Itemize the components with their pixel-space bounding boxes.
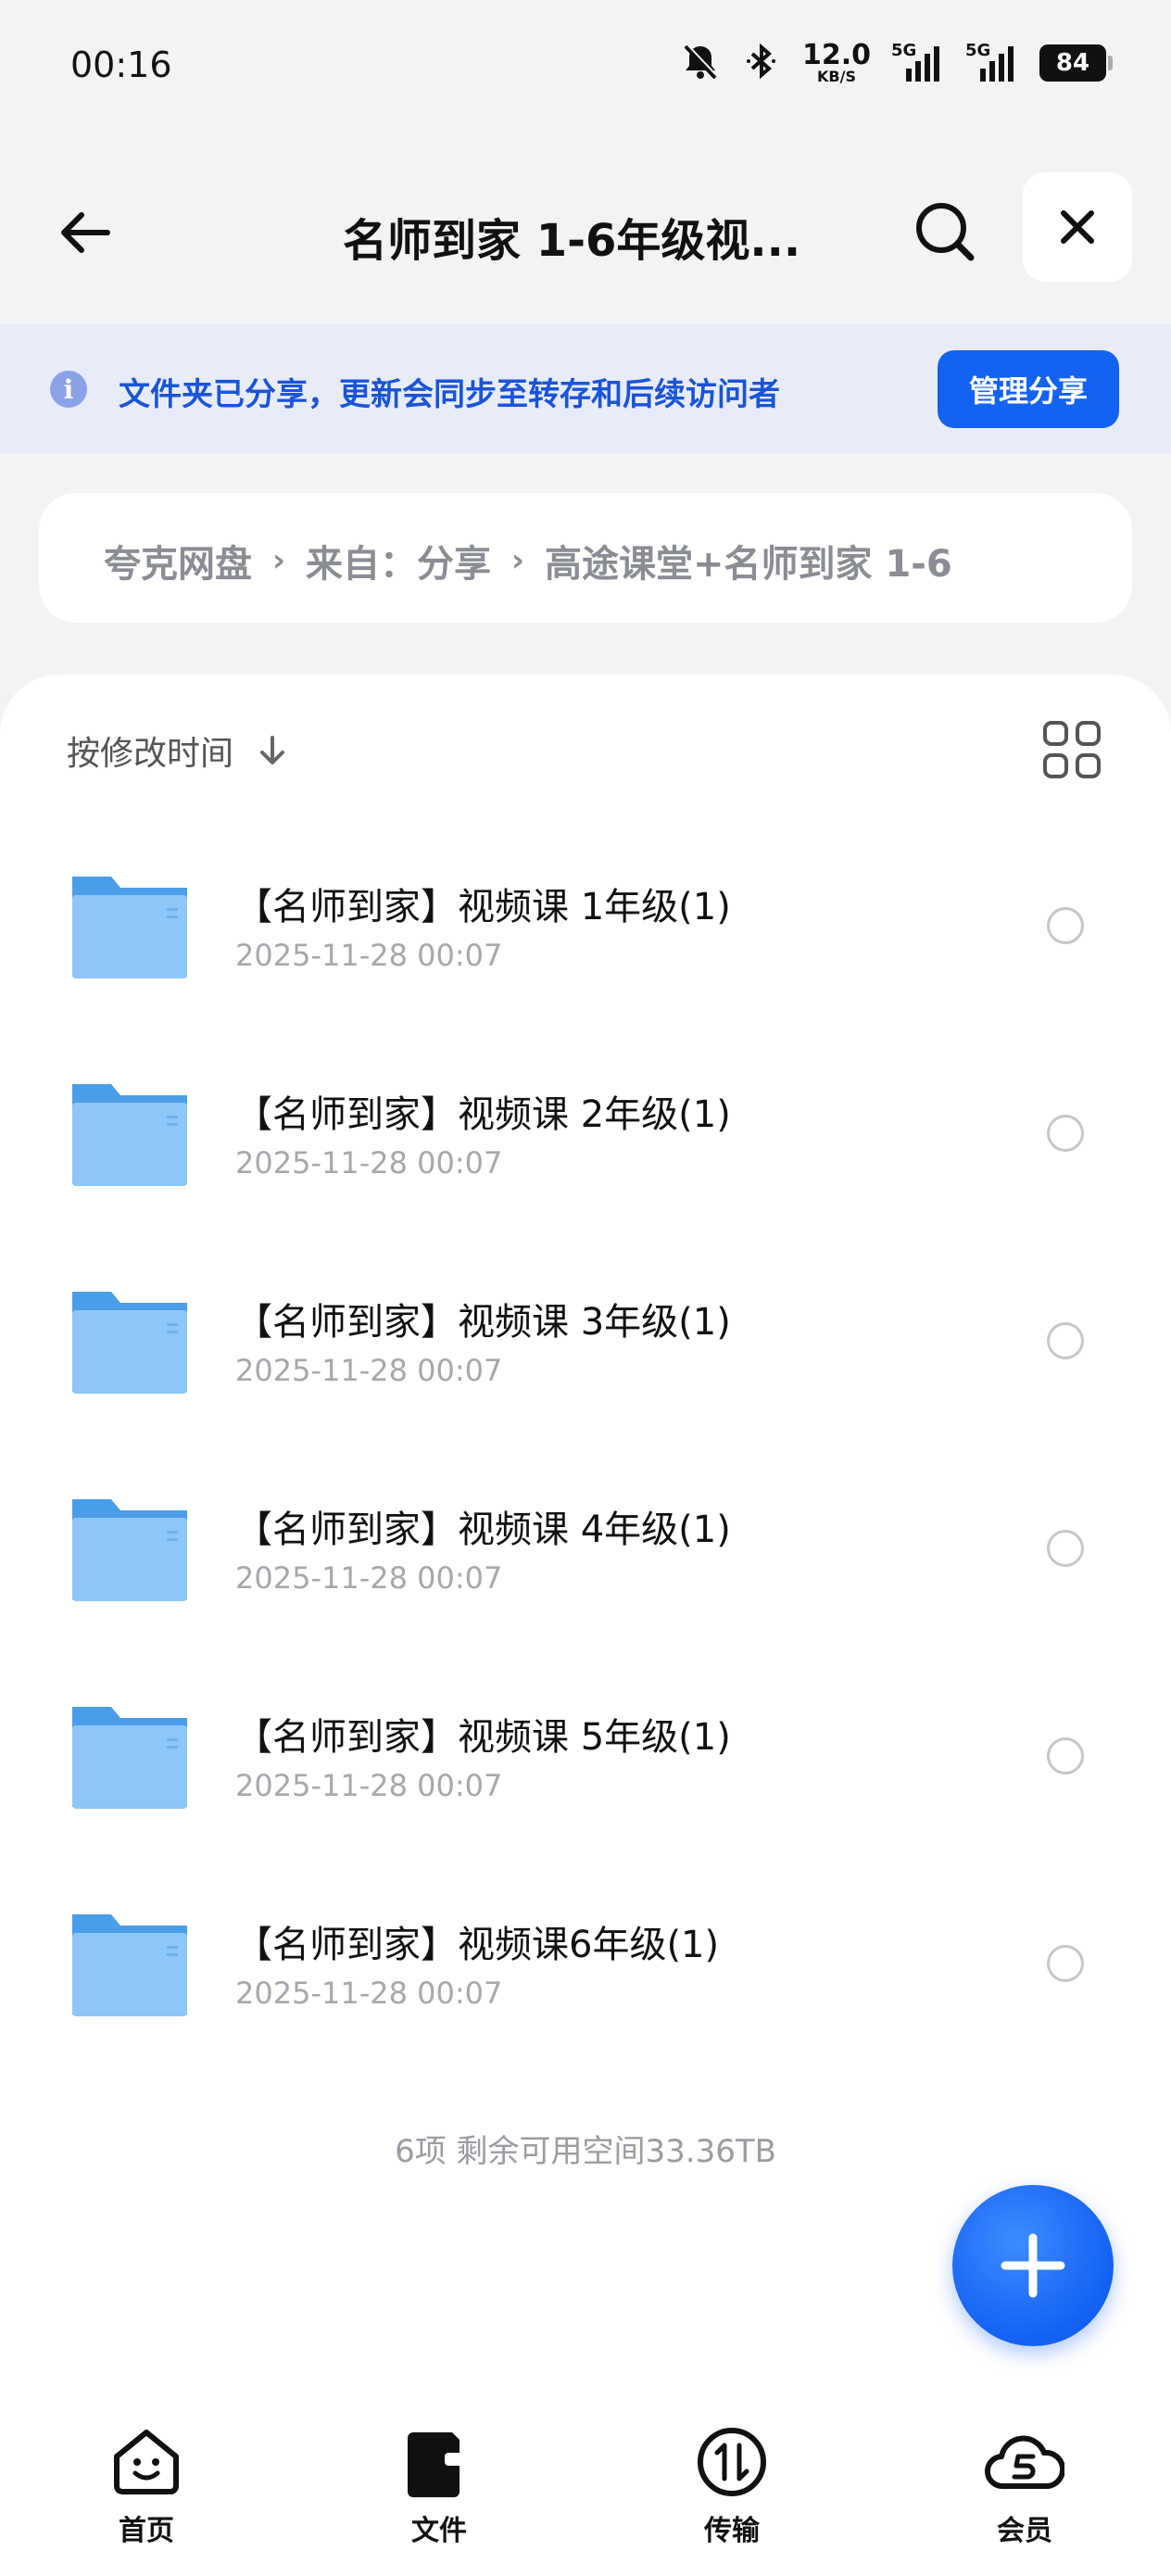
file-date: 2025-11-28 00:07 <box>235 938 503 973</box>
select-radio[interactable] <box>1047 1322 1084 1359</box>
file-name: 【名师到家】视频课 4年级(1) <box>235 1509 731 1551</box>
search-icon <box>916 203 975 261</box>
nav-tab-home[interactable]: 首页 <box>0 2409 293 2576</box>
add-button[interactable] <box>952 2185 1114 2346</box>
page-title: 名师到家 1-6年级视... <box>343 215 801 267</box>
file-date: 2025-11-28 00:07 <box>235 1976 503 2011</box>
file-name: 【名师到家】视频课 2年级(1) <box>235 1093 731 1136</box>
close-icon <box>1061 210 1094 244</box>
status-icons: 12.0 KB/S 5G 5G 84 <box>680 41 1113 85</box>
bluetooth-icon <box>741 41 782 85</box>
nav-label-transfer: 传输 <box>704 2515 760 2547</box>
folder-icon <box>72 1707 187 1809</box>
select-radio[interactable] <box>1047 907 1084 944</box>
sort-label: 按修改时间 <box>67 735 234 773</box>
info-icon: i <box>50 371 87 408</box>
nav-tab-member[interactable]: 会员 <box>878 2409 1171 2576</box>
home-face-icon <box>107 2422 186 2502</box>
file-date: 2025-11-28 00:07 <box>235 1145 503 1181</box>
file-list: 【名师到家】视频课 1年级(1) 2025-11-28 00:07 【名师到家】… <box>0 832 1171 2077</box>
transfer-icon <box>692 2422 772 2502</box>
nav-label-member: 会员 <box>997 2515 1052 2547</box>
folder-icon <box>72 877 187 979</box>
breadcrumb-item-root[interactable]: 夸克网盘 <box>104 534 252 587</box>
file-name: 【名师到家】视频课 5年级(1) <box>235 1716 731 1759</box>
share-notice-banner: i 文件夹已分享，更新会同步至转存和后续访问者 管理分享 <box>0 324 1171 454</box>
sim2-signal-icon: 5G <box>965 41 1019 85</box>
breadcrumb-item-current[interactable]: 高途课堂+名师到家 1-6 <box>545 534 952 587</box>
plus-icon <box>1001 2233 1065 2298</box>
nav-tab-files[interactable]: 文件 <box>293 2409 586 2576</box>
folder-icon <box>72 1914 187 2016</box>
nav-label-files: 文件 <box>411 2515 467 2547</box>
cloud-member-icon <box>985 2422 1064 2502</box>
file-name: 【名师到家】视频课 3年级(1) <box>235 1301 731 1344</box>
arrow-down-icon <box>260 736 285 764</box>
folder-filled-icon <box>399 2422 479 2502</box>
file-date: 2025-11-28 00:07 <box>235 1560 503 1596</box>
list-item[interactable]: 【名师到家】视频课6年级(1) 2025-11-28 00:07 <box>0 1870 1171 2077</box>
file-name: 【名师到家】视频课6年级(1) <box>235 1924 720 1966</box>
select-radio[interactable] <box>1047 1945 1084 1982</box>
battery-icon: 84 <box>1039 44 1113 82</box>
select-radio[interactable] <box>1047 1530 1084 1567</box>
network-speed: 12.0 KB/S <box>802 42 871 84</box>
folder-icon <box>72 1499 187 1601</box>
storage-summary: 6项 剩余可用空间33.36TB <box>395 2133 776 2170</box>
file-date: 2025-11-28 00:07 <box>235 1353 503 1388</box>
folder-icon <box>72 1084 187 1186</box>
nav-tab-transfer[interactable]: 传输 <box>586 2409 878 2576</box>
list-item[interactable]: 【名师到家】视频课 4年级(1) 2025-11-28 00:07 <box>0 1455 1171 1662</box>
list-item[interactable]: 【名师到家】视频课 2年级(1) 2025-11-28 00:07 <box>0 1040 1171 1247</box>
list-item[interactable]: 【名师到家】视频课 5年级(1) 2025-11-28 00:07 <box>0 1662 1171 1870</box>
file-date: 2025-11-28 00:07 <box>235 1768 503 1803</box>
search-button[interactable] <box>908 195 982 269</box>
chevron-right-icon: › <box>272 542 286 579</box>
sim1-signal-icon: 5G <box>891 41 945 85</box>
grid-view-icon[interactable] <box>1043 721 1101 778</box>
speed-value: 12.0 <box>801 39 871 71</box>
nav-label-home: 首页 <box>119 2515 174 2547</box>
list-item[interactable]: 【名师到家】视频课 1年级(1) 2025-11-28 00:07 <box>0 832 1171 1040</box>
file-name: 【名师到家】视频课 1年级(1) <box>235 886 731 928</box>
folder-icon <box>72 1292 187 1394</box>
close-button[interactable] <box>1023 172 1132 282</box>
breadcrumb: 夸克网盘 › 来自：分享 › 高途课堂+名师到家 1-6 <box>39 493 1132 623</box>
speed-unit: KB/S <box>817 68 856 85</box>
list-item[interactable]: 【名师到家】视频课 3年级(1) 2025-11-28 00:07 <box>0 1247 1171 1455</box>
select-radio[interactable] <box>1047 1737 1084 1774</box>
share-notice-text: 文件夹已分享，更新会同步至转存和后续访问者 <box>119 376 780 413</box>
status-bar: 00:16 12.0 KB/S 5G 5G 84 <box>0 0 1171 139</box>
mute-bell-icon <box>680 41 721 85</box>
bottom-nav: 首页 文件 传输 会员 <box>0 2409 1171 2576</box>
manage-share-button[interactable]: 管理分享 <box>938 350 1119 428</box>
status-time: 00:16 <box>70 44 172 85</box>
app-header: 名师到家 1-6年级视... <box>0 139 1171 324</box>
sort-button[interactable]: 按修改时间 <box>67 726 291 775</box>
breadcrumb-item-share[interactable]: 来自：分享 <box>306 534 491 587</box>
back-button[interactable] <box>48 195 124 271</box>
chevron-right-icon: › <box>511 542 525 579</box>
arrow-left-icon <box>61 212 110 253</box>
select-radio[interactable] <box>1047 1115 1084 1152</box>
